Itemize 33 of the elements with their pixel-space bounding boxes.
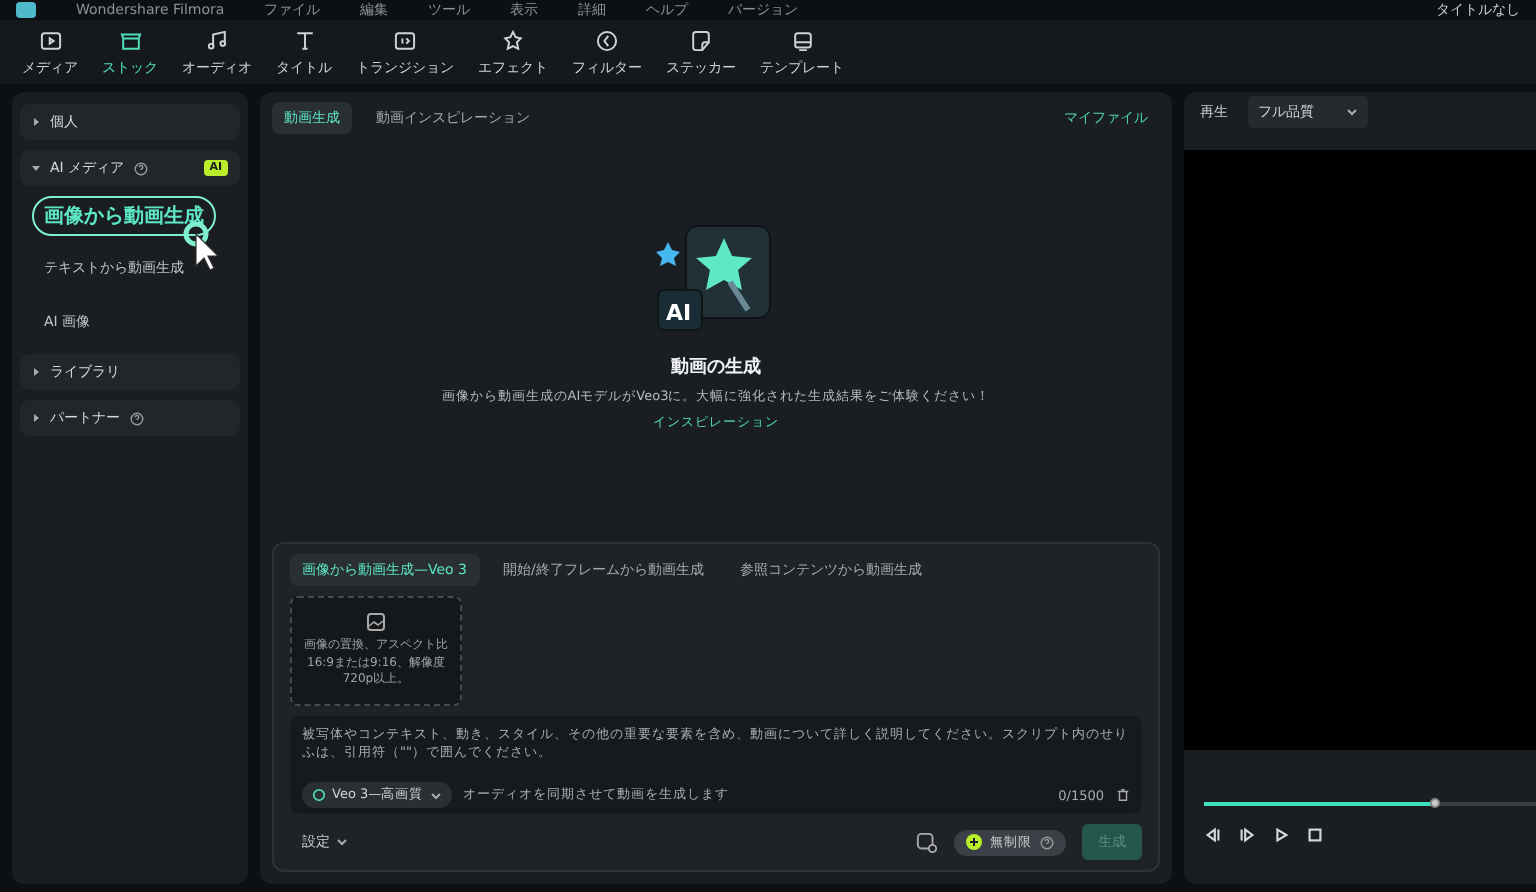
transition-icon (392, 27, 418, 53)
template-icon (789, 27, 815, 53)
plus-icon (966, 834, 982, 850)
cursor-icon (180, 222, 220, 274)
help-icon[interactable] (134, 161, 149, 175)
help-icon[interactable] (1040, 835, 1054, 849)
text-icon (291, 27, 317, 53)
hero-title: 動画の生成 (671, 354, 761, 379)
stop-icon[interactable] (1306, 826, 1324, 844)
previous-frame-icon[interactable] (1204, 826, 1222, 844)
image-icon (366, 612, 386, 633)
music-note-icon (204, 27, 230, 53)
caret-icon (32, 118, 40, 126)
chevron-icon (1346, 106, 1358, 118)
trash-icon[interactable] (1116, 788, 1130, 802)
chevron-icon (336, 836, 348, 848)
image-ai-icon[interactable] (916, 831, 938, 853)
caret-icon (32, 368, 40, 376)
caret-icon (32, 414, 40, 422)
ai-label: AI (666, 299, 692, 325)
play-icon[interactable] (1272, 826, 1290, 844)
sticker-icon (688, 27, 714, 53)
media-icon (37, 27, 63, 53)
sidebar-item[interactable]: 画像から動画生成 (32, 196, 216, 236)
help-icon[interactable] (130, 411, 144, 425)
model-icon (312, 788, 326, 802)
filter-icon (594, 27, 620, 53)
slider-thumb[interactable] (1430, 797, 1441, 807)
caret-icon (32, 164, 40, 172)
app-logo (16, 2, 36, 18)
next-frame-icon[interactable] (1238, 826, 1256, 844)
star-icon (500, 27, 526, 53)
chevron-icon (429, 789, 442, 801)
